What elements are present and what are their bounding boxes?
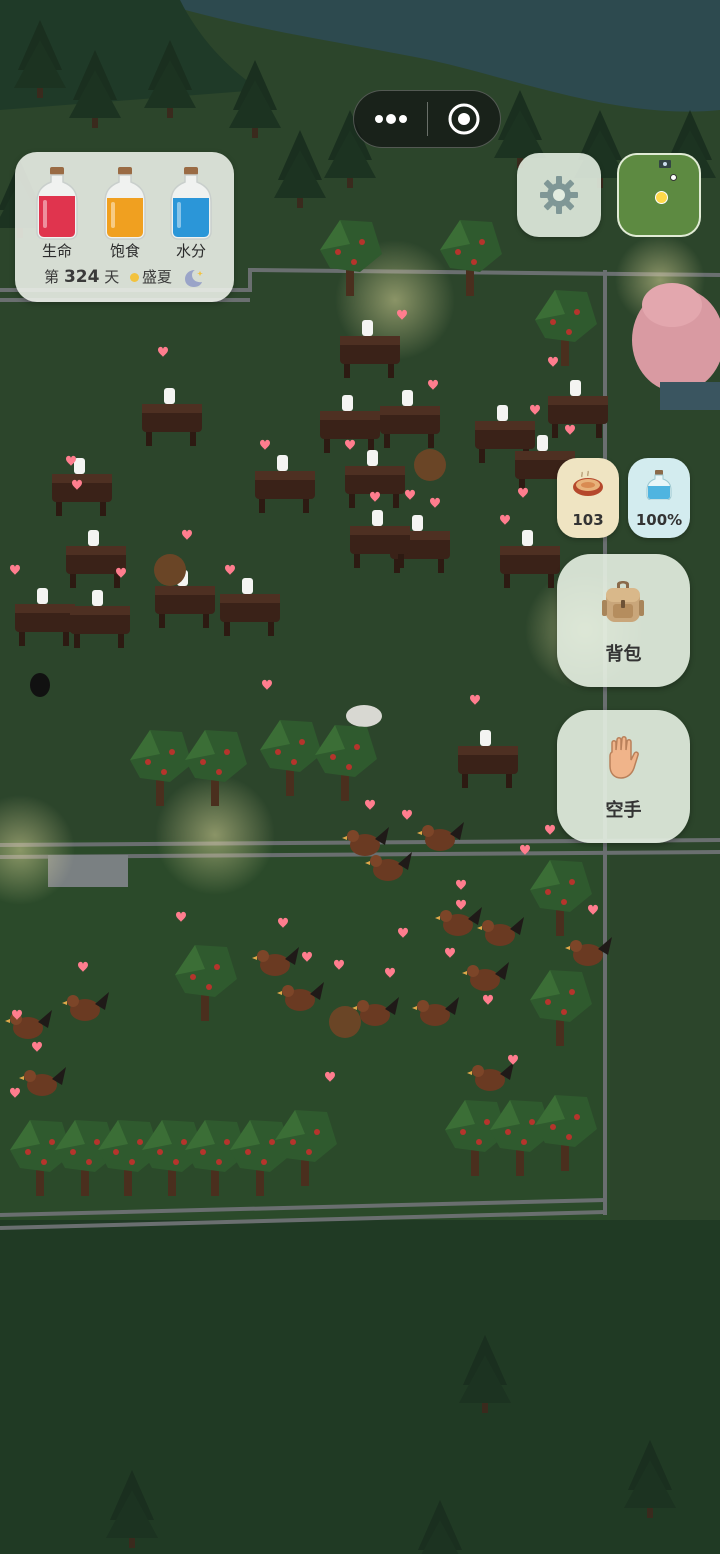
- food-resource[interactable]: 103: [557, 458, 619, 538]
- water-label: 水分: [175, 242, 206, 260]
- hunger-label: 饱食: [109, 242, 140, 260]
- minimap[interactable]: [617, 153, 701, 237]
- health-bottle-icon: [35, 166, 79, 240]
- season-label: 盛夏: [142, 268, 173, 286]
- minimap-marker-icon: [670, 174, 677, 181]
- settings-button[interactable]: [517, 153, 601, 237]
- target-circle-icon[interactable]: [428, 90, 500, 148]
- status-panel: 生命 饱食 水分 第 324 天 盛夏: [15, 152, 234, 302]
- hand-icon: [609, 736, 639, 779]
- hunger-bottle-icon: [103, 166, 147, 240]
- sun-dot-icon: [130, 272, 140, 282]
- gear-icon: [540, 176, 578, 214]
- minimap-player-dot: [655, 191, 668, 204]
- empty-hand-button[interactable]: 空手: [557, 710, 690, 843]
- food-bowl-icon: [573, 470, 603, 496]
- health-label: 生命: [41, 242, 72, 260]
- water-resource[interactable]: 100%: [628, 458, 690, 538]
- day-prefix: 第: [44, 268, 60, 286]
- backpack-icon: [602, 581, 644, 622]
- food-value: 103: [572, 511, 604, 529]
- backpack-label: 背包: [605, 644, 642, 665]
- minimap-icon: [659, 160, 671, 168]
- backpack-button[interactable]: 背包: [557, 554, 690, 687]
- water-bottle-level-icon: [169, 166, 213, 240]
- water-bottle-icon: [646, 470, 672, 500]
- miniprogram-capsule: [353, 90, 501, 148]
- water-value: 100%: [635, 511, 683, 529]
- day-suffix: 天: [104, 268, 120, 286]
- moon-icon: [184, 269, 203, 287]
- more-dots-icon[interactable]: [354, 90, 427, 148]
- day-number: 324: [63, 267, 100, 287]
- empty-hand-label: 空手: [605, 800, 642, 821]
- day-season-line: 第 324 天 盛夏: [15, 266, 234, 288]
